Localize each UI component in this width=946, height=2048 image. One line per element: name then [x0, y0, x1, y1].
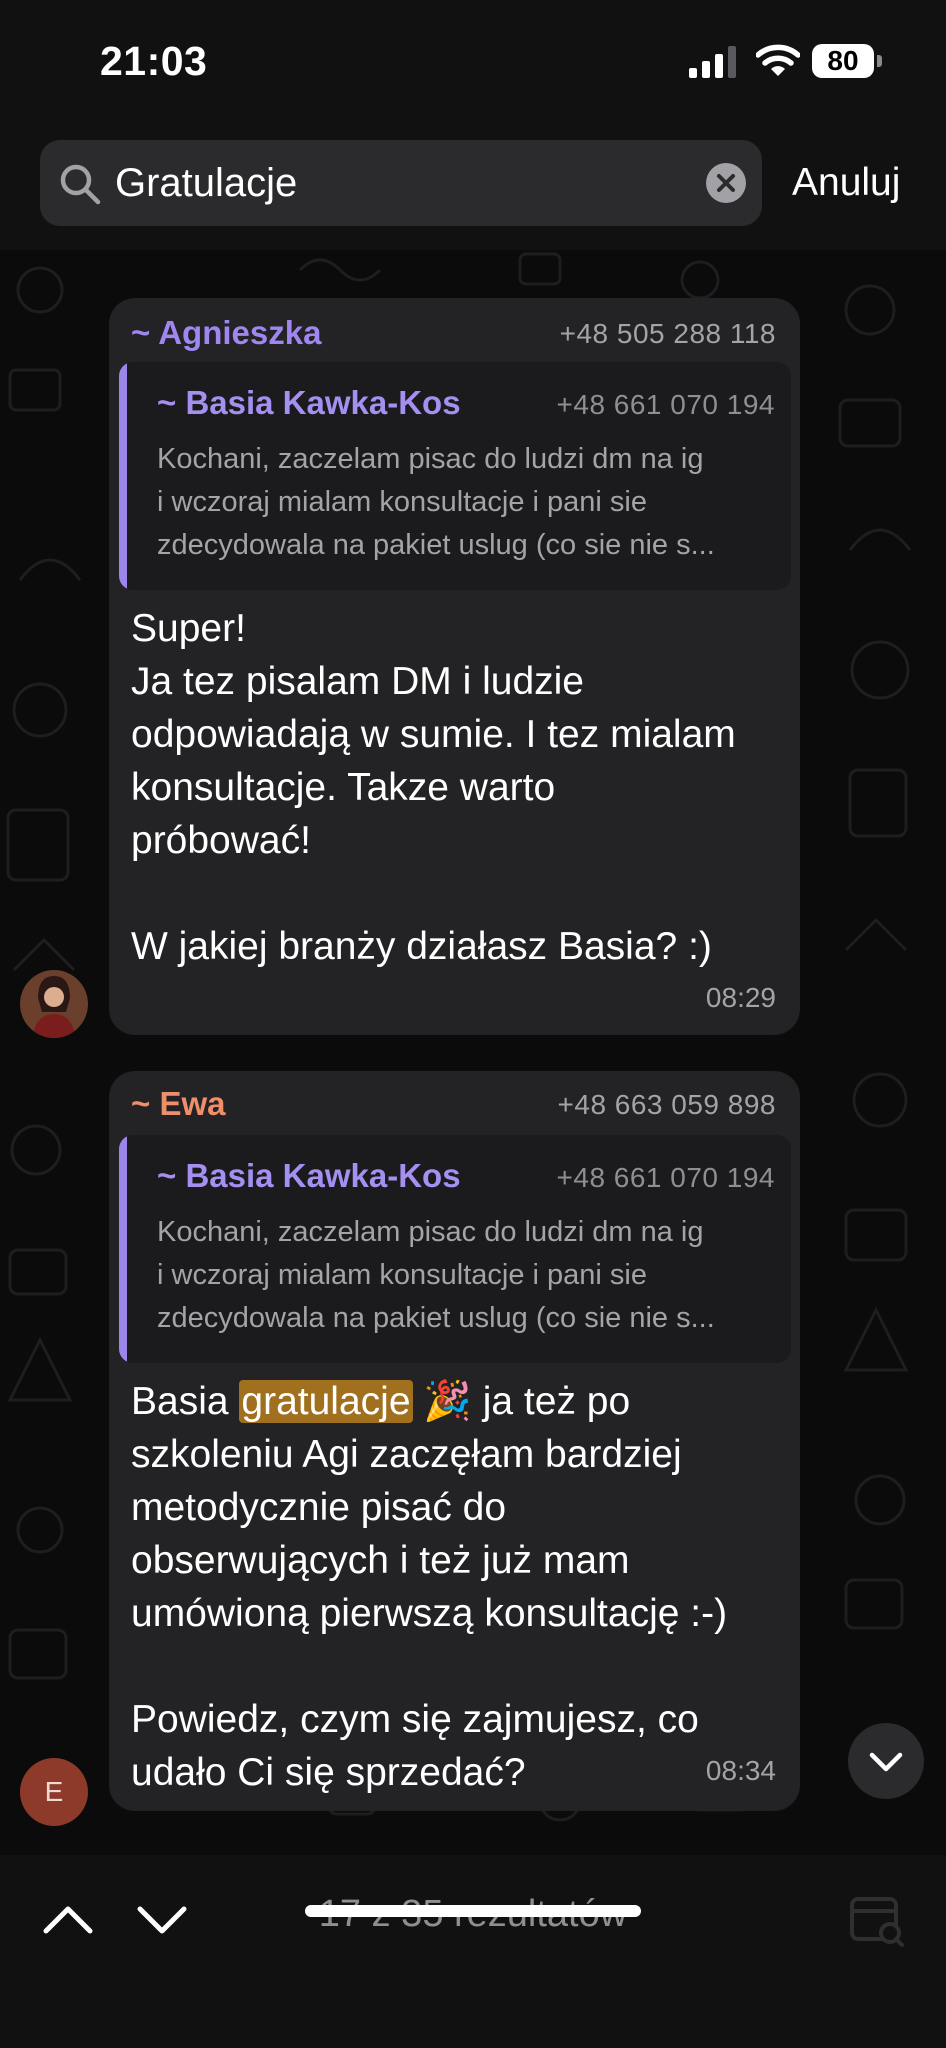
quote-text: Kochani, zaczelam pisac do ludzi dm na i…: [157, 1211, 782, 1340]
quote-text: Kochani, zaczelam pisac do ludzi dm na i…: [157, 438, 782, 567]
quote-line: zdecydowala na pakiet uslug (co sie nie …: [157, 1302, 715, 1334]
close-icon: [717, 174, 735, 192]
message-line: Powiedz, czym się zajmujesz, co: [131, 1698, 699, 1741]
clear-search-button[interactable]: [706, 163, 746, 203]
search-icon: [60, 164, 101, 205]
message-line: konsultacje. Takze warto: [131, 766, 556, 809]
message-time: 08:29: [705, 982, 776, 1013]
quote-sender-phone: +48 661 070 194: [556, 1162, 775, 1193]
status-time: 21:03: [100, 38, 208, 84]
message-line: [131, 867, 791, 920]
quote-accent-bar: [119, 362, 127, 590]
message-bubble[interactable]: ~ Agnieszka +48 505 288 118 ~ Basia Kawk…: [109, 298, 800, 1035]
message-line: metodycznie pisać do: [131, 1486, 507, 1529]
search-field[interactable]: Gratulacje: [40, 140, 762, 226]
message-line: Basia gratulacje 🎉 ja też po: [131, 1375, 791, 1428]
search-results-bar: 17 z 35 rezultatów: [0, 1855, 946, 2048]
quote-line: i wczoraj mialam konsultacje i pani sie: [157, 1259, 647, 1291]
status-bar: 21:03 80: [0, 0, 946, 130]
quote-sender-name: ~ Basia Kawka-Kos: [157, 1157, 461, 1194]
previous-result-button[interactable]: [38, 1895, 98, 1945]
message-bubble[interactable]: ~ Ewa +48 663 059 898 ~ Basia Kawka-Kos …: [109, 1071, 800, 1811]
message-line: umówioną pierwszą konsultację :-): [131, 1592, 728, 1635]
message-line: W jakiej branży działasz Basia? :): [131, 925, 712, 968]
quote-line: Kochani, zaczelam pisac do ludzi dm na i…: [157, 1216, 704, 1248]
wifi-icon: [756, 44, 800, 76]
calendar-search-icon[interactable]: [848, 1891, 906, 1949]
search-match-highlight: gratulacje: [239, 1380, 413, 1423]
quote-line: zdecydowala na pakiet uslug (co sie nie …: [157, 529, 715, 561]
home-indicator: [305, 1905, 641, 1917]
search-header: Gratulacje Anuluj: [0, 130, 946, 250]
message-line: Ja tez pisalam DM i ludzie: [131, 660, 584, 703]
message-line: próbować!: [131, 819, 311, 862]
cancel-button[interactable]: Anuluj: [792, 140, 900, 226]
message-text: Super! Ja tez pisalam DM i ludzie odpowi…: [131, 602, 791, 973]
next-result-button[interactable]: [132, 1895, 192, 1945]
quote-sender-name: ~ Basia Kawka-Kos: [157, 384, 461, 421]
search-input[interactable]: Gratulacje: [115, 140, 297, 226]
message-line: [131, 1640, 791, 1693]
quote-sender-phone: +48 661 070 194: [556, 389, 775, 420]
message-line: udało Ci się sprzedać?: [131, 1751, 526, 1794]
message-line: odpowiadają w sumie. I tez mialam: [131, 713, 736, 756]
message-text-segment: Basia: [131, 1380, 240, 1423]
message-text-segment: 🎉 ja też po: [412, 1380, 631, 1423]
chevron-down-icon: [869, 1752, 903, 1772]
chat-area[interactable]: ~ Agnieszka +48 505 288 118 ~ Basia Kawk…: [0, 250, 946, 1855]
message-line: obserwujących i też już mam: [131, 1539, 630, 1582]
avatar[interactable]: [20, 970, 88, 1038]
battery-tip: [877, 55, 882, 67]
sender-phone: +48 505 288 118: [559, 318, 776, 349]
cellular-signal-icon: [689, 46, 736, 78]
battery-icon: 80: [812, 44, 884, 80]
sender-phone: +48 663 059 898: [557, 1089, 776, 1120]
quoted-message[interactable]: ~ Basia Kawka-Kos +48 661 070 194 Kochan…: [119, 1135, 791, 1363]
message-line: Super!: [131, 607, 246, 650]
avatar[interactable]: E: [20, 1758, 88, 1826]
message-line: szkoleniu Agi zaczęłam bardziej: [131, 1433, 682, 1476]
quoted-message[interactable]: ~ Basia Kawka-Kos +48 661 070 194 Kochan…: [119, 362, 791, 590]
quote-line: Kochani, zaczelam pisac do ludzi dm na i…: [157, 443, 704, 475]
quote-line: i wczoraj mialam konsultacje i pani sie: [157, 486, 647, 518]
message-text: Basia gratulacje 🎉 ja też po szkoleniu A…: [131, 1375, 791, 1799]
message-time: 08:34: [705, 1755, 776, 1786]
sender-name[interactable]: ~ Agnieszka: [131, 314, 321, 352]
scroll-to-bottom-button[interactable]: [848, 1723, 924, 1799]
battery-level: 80: [812, 44, 874, 78]
avatar-photo: [20, 970, 88, 1038]
sender-name[interactable]: ~ Ewa: [131, 1085, 225, 1123]
quote-accent-bar: [119, 1135, 127, 1363]
